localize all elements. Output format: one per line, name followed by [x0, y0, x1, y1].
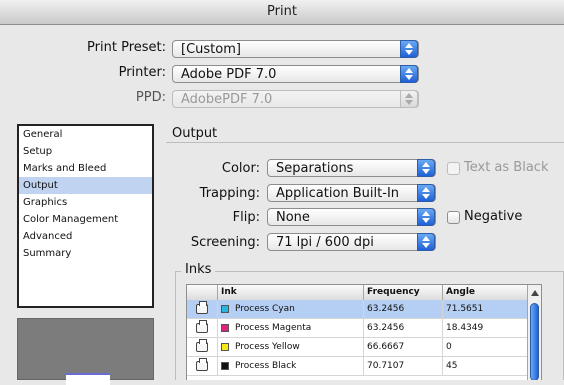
flip-value: None [276, 210, 310, 225]
chevron-updown-icon [417, 184, 435, 202]
scroll-up-icon[interactable] [531, 290, 539, 296]
printer-icon [196, 320, 208, 333]
table-row[interactable]: Process Magenta 63.2456 18.4349 [187, 319, 528, 338]
trapping-select[interactable]: Application Built-In [267, 184, 436, 202]
table-row[interactable]: Process Yellow 66.6667 0 [187, 338, 528, 357]
sidebar-item-output[interactable]: Output [19, 177, 152, 194]
negative-checkbox[interactable] [447, 211, 460, 224]
column-header-ink[interactable]: Ink [218, 285, 364, 300]
sidebar-item-summary[interactable]: Summary [19, 245, 152, 262]
printer-icon [196, 358, 208, 371]
window-title: Print [0, 0, 564, 25]
printer-icon [196, 339, 208, 352]
section-title: Output [172, 126, 218, 141]
table-row[interactable]: Process Black 70.7107 45 [187, 357, 528, 376]
print-preset-value: [Custom] [181, 42, 241, 57]
inks-scrollbar[interactable] [527, 285, 541, 380]
printer-label: Printer: [118, 65, 166, 80]
preview-page-thumbnail [66, 373, 110, 385]
ink-swatch [221, 304, 229, 313]
scroll-thumb[interactable] [530, 303, 539, 380]
inks-table: Ink Frequency Angle Process Cyan 63.2456… [186, 284, 542, 380]
color-label: Color: [221, 161, 260, 176]
page-preview [17, 318, 154, 385]
print-preset-select[interactable]: [Custom] [172, 40, 419, 58]
chevron-updown-icon [417, 159, 435, 177]
print-toggle[interactable] [187, 357, 218, 376]
table-row[interactable]: Process Cyan 63.2456 71.5651 [187, 300, 528, 319]
screening-select[interactable]: 71 lpi / 600 dpi [267, 233, 436, 251]
ink-swatch [221, 361, 229, 370]
trapping-label: Trapping: [199, 186, 260, 201]
print-toggle[interactable] [187, 338, 218, 357]
print-preset-label: Print Preset: [87, 40, 166, 55]
ppd-select: AdobePDF 7.0 [172, 90, 419, 108]
ink-name-cell: Process Cyan [218, 300, 364, 319]
printer-select[interactable]: Adobe PDF 7.0 [172, 65, 419, 83]
sidebar-item-marks-and-bleed[interactable]: Marks and Bleed [19, 160, 152, 177]
flip-select[interactable]: None [267, 208, 436, 226]
chevron-updown-icon [417, 208, 435, 226]
inks-table-header: Ink Frequency Angle [187, 285, 528, 301]
printer-value: Adobe PDF 7.0 [181, 67, 277, 82]
negative-label: Negative [464, 209, 523, 224]
angle-cell[interactable]: 71.5651 [443, 300, 528, 319]
ink-name: Process Black [235, 361, 297, 371]
chevron-updown-icon [400, 90, 418, 108]
ppd-value: AdobePDF 7.0 [181, 92, 273, 107]
print-toggle[interactable] [187, 300, 218, 319]
inks-group-title: Inks [181, 262, 216, 277]
angle-cell[interactable]: 18.4349 [443, 319, 528, 338]
ink-name: Process Cyan [235, 304, 295, 314]
ink-swatch [221, 342, 229, 351]
flip-label: Flip: [232, 210, 260, 225]
sidebar-item-color-management[interactable]: Color Management [19, 211, 152, 228]
sidebar-item-setup[interactable]: Setup [19, 143, 152, 160]
text-as-black-label: Text as Black [464, 160, 549, 175]
text-as-black-checkbox [447, 162, 460, 175]
chevron-updown-icon [400, 40, 418, 58]
screening-label: Screening: [190, 235, 260, 250]
color-select[interactable]: Separations [267, 159, 436, 177]
column-header-frequency[interactable]: Frequency [364, 285, 443, 300]
chevron-updown-icon [400, 65, 418, 83]
sidebar-item-advanced[interactable]: Advanced [19, 228, 152, 245]
sidebar-item-general[interactable]: General [19, 126, 152, 143]
frequency-cell[interactable]: 66.6667 [364, 338, 443, 357]
column-header-angle[interactable]: Angle [443, 285, 528, 300]
print-dialog: Print Print Preset: [Custom] Printer: Ad… [0, 0, 564, 385]
ink-name-cell: Process Magenta [218, 319, 364, 338]
printer-icon [196, 301, 208, 314]
ink-name: Process Yellow [235, 342, 300, 352]
frequency-cell[interactable]: 63.2456 [364, 319, 443, 338]
category-list: General Setup Marks and Bleed Output Gra… [17, 124, 154, 308]
angle-cell[interactable]: 0 [443, 338, 528, 357]
sidebar-item-graphics[interactable]: Graphics [19, 194, 152, 211]
frequency-cell[interactable]: 63.2456 [364, 300, 443, 319]
chevron-updown-icon [417, 233, 435, 251]
frequency-cell[interactable]: 70.7107 [364, 357, 443, 376]
print-toggle[interactable] [187, 319, 218, 338]
screening-value: 71 lpi / 600 dpi [276, 235, 374, 250]
angle-cell[interactable]: 45 [443, 357, 528, 376]
ink-swatch [221, 323, 229, 332]
ppd-label: PPD: [135, 90, 166, 105]
printer-column-header [187, 285, 218, 300]
ink-name-cell: Process Black [218, 357, 364, 376]
color-value: Separations [276, 161, 354, 176]
trapping-value: Application Built-In [276, 186, 400, 201]
ink-name: Process Magenta [235, 323, 312, 333]
section-divider [166, 142, 564, 143]
ink-name-cell: Process Yellow [218, 338, 364, 357]
